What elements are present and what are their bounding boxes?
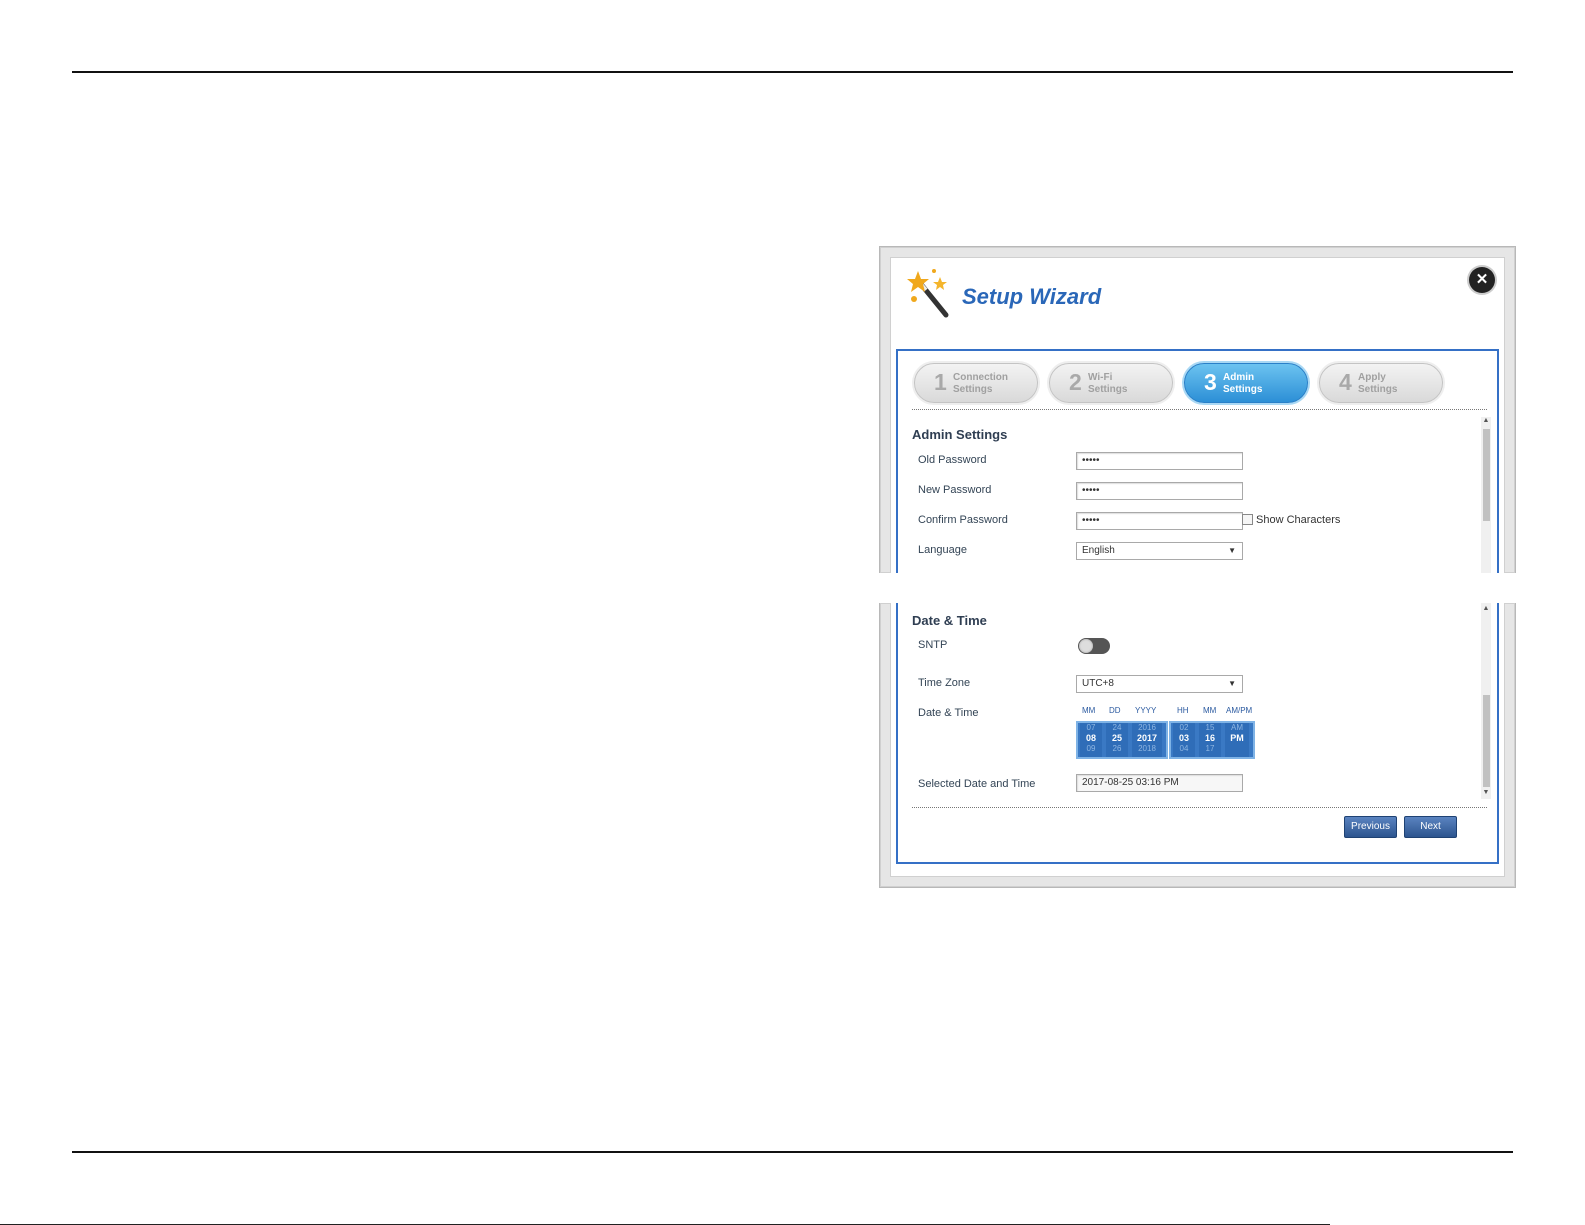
picker-header-year: YYYY [1135,706,1157,715]
admin-scrollbar[interactable]: ▲ [1481,417,1491,573]
wizard-steps: 1 Connection Settings 2 Wi-Fi Settings 3 A… [914,363,1474,403]
close-icon[interactable]: ✕ [1469,267,1495,293]
step-number: 4 [1339,369,1352,395]
admin-settings-title: Admin Settings [912,427,1008,442]
old-password-label: Old Password [918,454,987,466]
steps-divider [912,409,1487,410]
step-wifi-settings[interactable]: 2 Wi-Fi Settings [1049,363,1173,403]
toggle-knob [1079,639,1093,653]
scroll-thumb[interactable] [1483,695,1490,787]
ampm-picker-column[interactable]: AM PM [1225,723,1249,757]
setup-wizard-top-fragment: Setup Wizard ✕ 1 Connection Settings 2 Wi… [879,246,1516,573]
footer-divider [912,807,1487,808]
time-zone-label: Time Zone [918,677,971,689]
datetime-scrollbar[interactable]: ▲ ▼ [1481,603,1491,799]
chevron-down-icon: ▼ [1228,679,1236,688]
picker-header-month: MM [1082,706,1096,715]
step-label: Admin Settings [1223,372,1263,395]
new-password-field[interactable]: ••••• [1076,482,1243,500]
new-password-label: New Password [918,484,992,496]
selected-date-time-label: Selected Date and Time [918,778,1036,790]
confirm-password-label: Confirm Password [918,514,1008,526]
step-connection-settings[interactable]: 1 Connection Settings [914,363,1038,403]
confirm-password-field[interactable]: ••••• [1076,512,1243,530]
selected-date-time-field: 2017-08-25 03:16 PM [1076,774,1243,792]
hour-picker-column[interactable]: 02 03 04 [1173,723,1195,757]
picker-header-ampm: AM/PM [1226,706,1253,715]
month-picker-column[interactable]: 07 08 09 [1080,723,1102,757]
sntp-label: SNTP [918,639,948,651]
step-number: 1 [934,369,947,395]
step-label: Connection Settings [953,372,1008,395]
scroll-up-icon[interactable]: ▲ [1481,417,1491,424]
day-picker-column[interactable]: 24 25 26 [1106,723,1128,757]
year-picker-column[interactable]: 2016 2017 2018 [1132,723,1162,757]
next-button[interactable]: Next [1404,816,1457,838]
top-rule [72,71,1513,73]
scroll-up-icon[interactable]: ▲ [1481,605,1491,612]
time-zone-value: UTC+8 [1082,678,1114,689]
step-label: Apply Settings [1358,372,1398,395]
date-time-title: Date & Time [912,613,987,628]
wizard-title: Setup Wizard [962,284,1102,309]
step-apply-settings[interactable]: 4 Apply Settings [1319,363,1443,403]
old-password-field[interactable]: ••••• [1076,452,1243,470]
picker-header-minute: MM [1203,706,1217,715]
magic-wand-icon [907,269,949,318]
picker-header-day: DD [1109,706,1121,715]
language-label: Language [918,544,967,556]
language-select[interactable]: English ▼ [1076,542,1243,560]
step-number: 2 [1069,369,1082,395]
previous-button[interactable]: Previous [1344,816,1397,838]
show-characters-checkbox[interactable] [1242,514,1253,525]
step-admin-settings[interactable]: 3 Admin Settings [1184,363,1308,403]
wizard-content-frame: Date & Time SNTP Time Zone UTC+8 ▼ Date … [896,603,1499,864]
language-value: English [1082,545,1115,556]
step-number: 3 [1204,369,1217,395]
step-label: Wi-Fi Settings [1088,372,1128,395]
minute-picker-column[interactable]: 15 16 17 [1199,723,1221,757]
wizard-content-frame: 1 Connection Settings 2 Wi-Fi Settings 3 A… [896,349,1499,573]
time-zone-select[interactable]: UTC+8 ▼ [1076,675,1243,693]
setup-wizard-bottom-fragment: Date & Time SNTP Time Zone UTC+8 ▼ Date … [879,603,1516,888]
scroll-down-icon[interactable]: ▼ [1481,789,1491,796]
picker-header-hour: HH [1177,706,1189,715]
chevron-down-icon: ▼ [1228,546,1236,555]
date-time-label: Date & Time [918,707,979,719]
bottom-rule [72,1151,1513,1153]
sntp-toggle[interactable] [1078,638,1110,654]
show-characters-label: Show Characters [1256,514,1341,526]
scroll-thumb[interactable] [1483,429,1490,521]
